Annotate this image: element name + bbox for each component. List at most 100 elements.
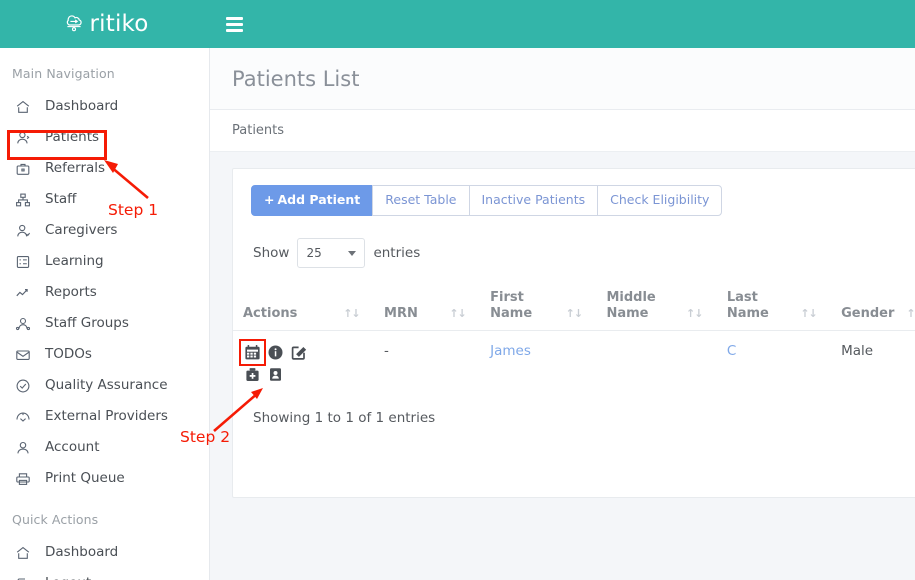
- row-id-card-action[interactable]: [266, 365, 285, 384]
- main-content: Patients List Patients + Add Patient Rese…: [210, 48, 915, 580]
- sidebar-item-external-providers[interactable]: External Providers: [0, 401, 209, 432]
- toolbar: + Add Patient Reset Table Inactive Patien…: [233, 169, 915, 217]
- cloud-network-icon: [61, 9, 87, 39]
- user-group-icon: [14, 315, 32, 333]
- inactive-patients-button[interactable]: Inactive Patients: [468, 185, 599, 217]
- page-title: Patients List: [232, 66, 360, 91]
- sidebar-item-label: Staff: [45, 190, 77, 207]
- page-size-select[interactable]: 25: [297, 238, 366, 269]
- page-size-control: Show 25 entries: [233, 216, 915, 269]
- row-last-name[interactable]: C: [727, 331, 800, 397]
- column-header-mrn[interactable]: MRN: [384, 284, 449, 330]
- table-row[interactable]: - James C Male Unknown: [233, 330, 915, 397]
- patient-user-icon: [14, 129, 32, 147]
- check-circle-icon: [14, 377, 32, 395]
- table-body: - James C Male Unknown: [233, 330, 915, 397]
- envelope-icon: [14, 346, 32, 364]
- page-size-value: 25: [306, 246, 322, 261]
- user-check-icon: [14, 222, 32, 240]
- app-root: ritiko Main Navigation Dashboard Patient…: [0, 0, 915, 580]
- checklist-icon: [14, 253, 32, 271]
- briefcase-icon: [14, 160, 32, 178]
- hamburger-menu-icon[interactable]: [222, 13, 247, 36]
- sidebar-item-caregivers[interactable]: Caregivers: [0, 215, 209, 246]
- row-spacer: [343, 331, 384, 397]
- row-first-name[interactable]: James: [490, 331, 566, 397]
- column-header-middle-name[interactable]: Middle Name: [606, 284, 686, 330]
- sidebar-item-account[interactable]: Account: [0, 432, 209, 463]
- row-calendar-action[interactable]: [239, 339, 266, 367]
- home-icon: [14, 98, 32, 116]
- sidebar-item-patients[interactable]: Patients: [0, 122, 209, 153]
- row-edit-action[interactable]: [289, 343, 308, 362]
- plus-icon: +: [264, 192, 275, 207]
- sidebar-item-label: Account: [45, 438, 100, 455]
- add-patient-button[interactable]: + Add Patient: [251, 185, 374, 217]
- column-header-gender[interactable]: Gender: [841, 284, 906, 330]
- top-bar: ritiko: [0, 0, 915, 48]
- check-eligibility-button[interactable]: Check Eligibility: [597, 185, 723, 217]
- sidebar-quick-heading: Quick Actions: [12, 512, 99, 527]
- sort-toggle-actions[interactable]: ↑↓: [343, 284, 384, 330]
- row-spacer: [566, 331, 607, 397]
- sidebar-quick-item-dashboard[interactable]: Dashboard: [0, 537, 209, 568]
- row-gender: Male: [841, 343, 874, 360]
- row-info-action[interactable]: [266, 343, 285, 362]
- column-header-first-name[interactable]: First Name: [490, 284, 566, 330]
- sidebar-item-label: Dashboard: [45, 543, 119, 560]
- org-chart-icon: [14, 191, 32, 209]
- sidebar-item-label: Referrals: [45, 159, 106, 176]
- row-spacer: [686, 331, 727, 397]
- patients-panel: + Add Patient Reset Table Inactive Patien…: [232, 168, 915, 498]
- sidebar-item-staff-groups[interactable]: Staff Groups: [0, 308, 209, 339]
- patients-table: Actions ↑↓ MRN ↑↓ First Name ↑↓ Middle N…: [233, 284, 915, 396]
- sidebar-item-label: Patients: [45, 128, 100, 145]
- row-spacer: [800, 331, 841, 397]
- sort-toggle-mrn[interactable]: ↑↓: [449, 284, 490, 330]
- sidebar-item-todos[interactable]: TODOs: [0, 339, 209, 370]
- sidebar-item-staff[interactable]: Staff: [0, 184, 209, 215]
- sort-updown-icon: ↑↓: [800, 306, 817, 320]
- sort-toggle-last-name[interactable]: ↑↓: [800, 284, 841, 330]
- sidebar-item-label: Learning: [45, 252, 104, 269]
- show-label: Show: [253, 245, 290, 262]
- entries-label: entries: [373, 245, 421, 262]
- chevron-down-icon: [348, 250, 357, 256]
- row-middle-name: [606, 331, 686, 397]
- sidebar-item-dashboard[interactable]: Dashboard: [0, 91, 209, 122]
- table-footer-info: Showing 1 to 1 of 1 entries: [253, 410, 436, 427]
- sidebar-item-referrals[interactable]: Referrals: [0, 153, 209, 184]
- sidebar-main-heading: Main Navigation: [12, 66, 115, 81]
- sidebar: Main Navigation Dashboard Patients Refer…: [0, 48, 210, 580]
- sidebar-item-learning[interactable]: Learning: [0, 246, 209, 277]
- breadcrumb: Patients: [210, 110, 915, 152]
- row-spacer: [449, 331, 490, 397]
- sort-updown-icon: ↑↓: [906, 306, 915, 320]
- brand-logo[interactable]: ritiko: [0, 0, 210, 48]
- page-header: Patients List: [210, 48, 915, 110]
- row-medical-bag-action[interactable]: [243, 365, 262, 384]
- row-mrn: -: [384, 343, 389, 360]
- sort-updown-icon: ↑↓: [686, 306, 703, 320]
- sidebar-item-label: Reports: [45, 283, 97, 300]
- sidebar-quick-item-logout[interactable]: Logout: [0, 568, 209, 580]
- reset-table-button[interactable]: Reset Table: [372, 185, 470, 217]
- printer-icon: [14, 470, 32, 488]
- column-header-last-name[interactable]: Last Name: [727, 284, 800, 330]
- sort-toggle-gender[interactable]: ↑↓: [906, 284, 915, 330]
- breadcrumb-item-patients[interactable]: Patients: [232, 123, 284, 138]
- add-patient-label: Add Patient: [277, 192, 361, 207]
- sort-toggle-middle-name[interactable]: ↑↓: [686, 284, 727, 330]
- sidebar-item-reports[interactable]: Reports: [0, 277, 209, 308]
- sidebar-item-print-queue[interactable]: Print Queue: [0, 463, 209, 494]
- column-header-actions[interactable]: Actions: [233, 284, 343, 330]
- sidebar-item-quality-assurance[interactable]: Quality Assurance: [0, 370, 209, 401]
- table-header-row: Actions ↑↓ MRN ↑↓ First Name ↑↓ Middle N…: [233, 284, 915, 330]
- sort-updown-icon: ↑↓: [565, 306, 583, 320]
- handshake-icon: [14, 408, 32, 426]
- sidebar-item-label: External Providers: [45, 407, 168, 424]
- sort-updown-icon: ↑↓: [449, 306, 466, 320]
- brand-name: ritiko: [89, 11, 149, 37]
- sort-toggle-first-name[interactable]: ↑↓: [566, 284, 607, 330]
- sort-updown-icon: ↑↓: [343, 306, 360, 320]
